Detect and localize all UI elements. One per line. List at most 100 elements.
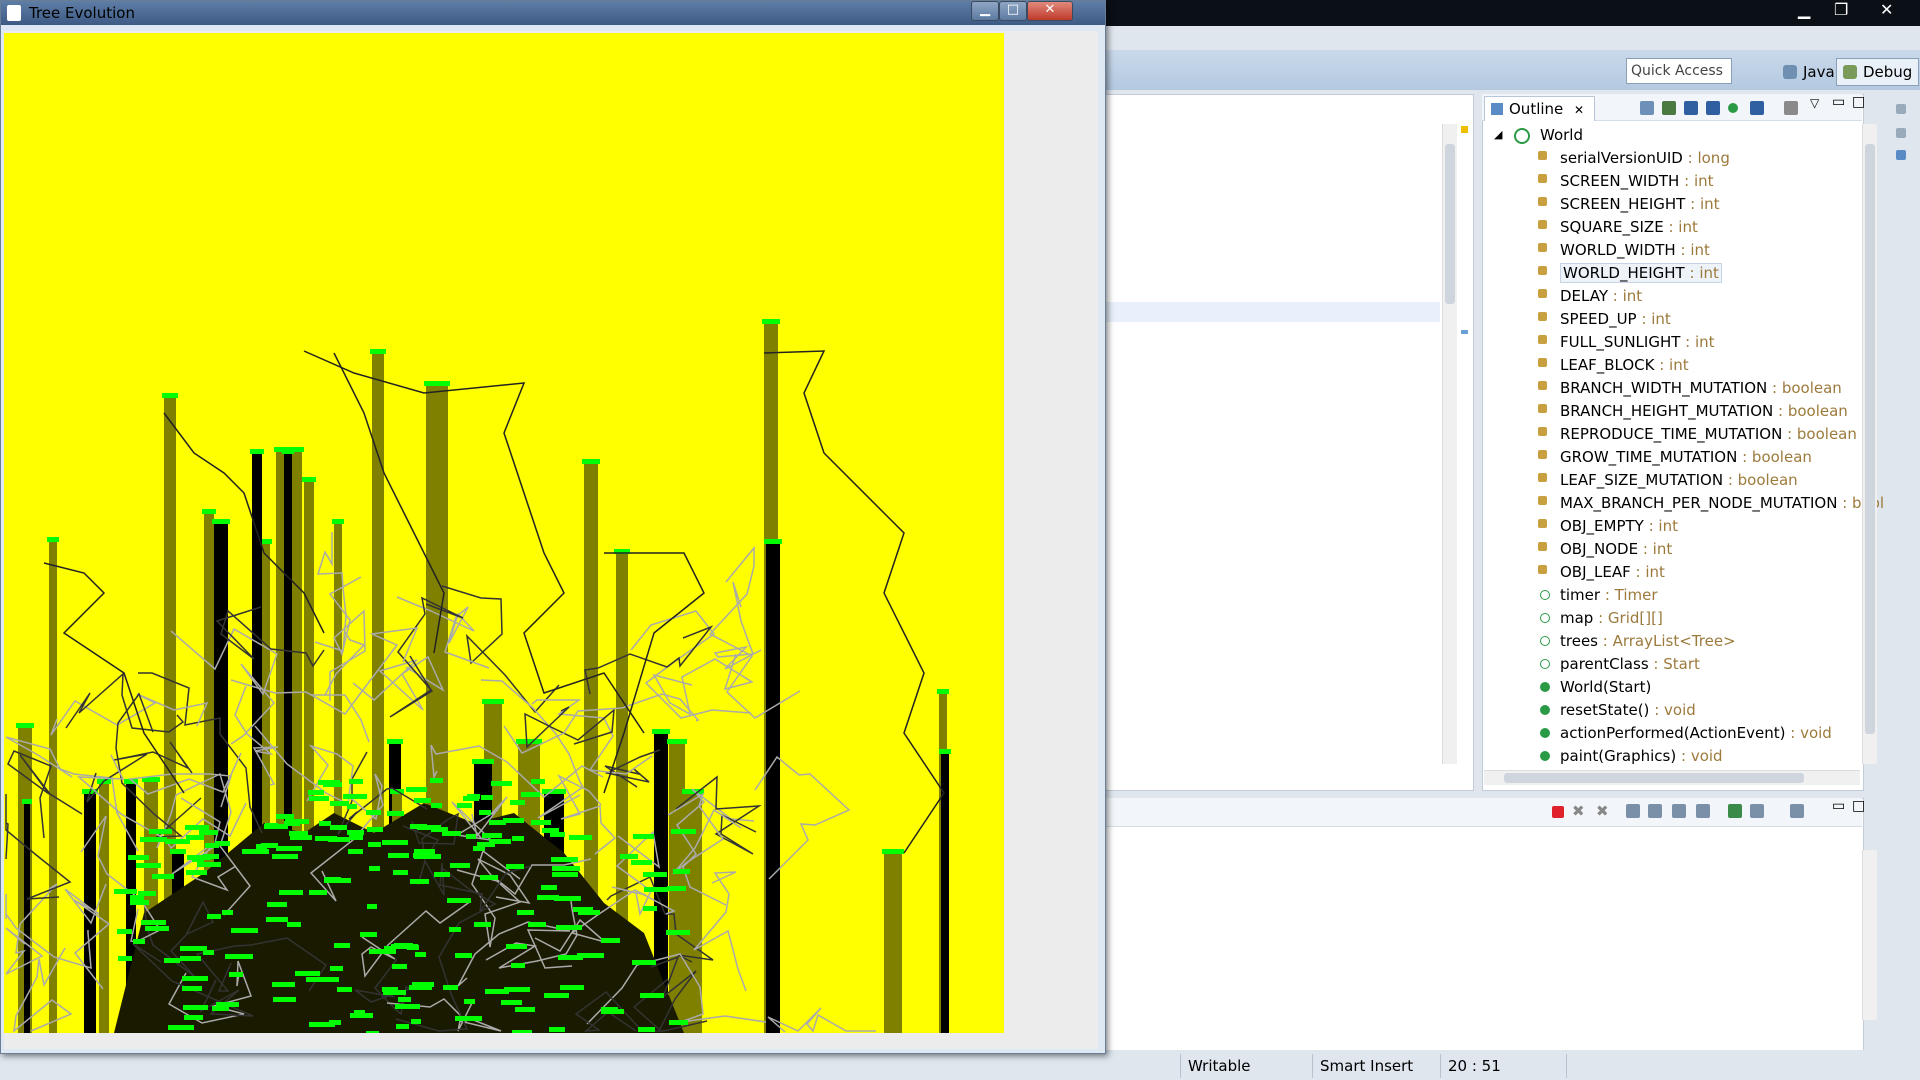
variables-icon[interactable] [1896,128,1906,138]
outline-item[interactable]: DELAY : int [1538,285,1642,307]
hide-fields-icon[interactable] [1684,101,1698,115]
outline-item[interactable]: SPEED_UP : int [1538,308,1671,330]
debug-perspective-label: Debug [1863,63,1913,81]
java-perspective-button[interactable]: Java [1776,58,1842,86]
overview-marker[interactable] [1461,330,1468,334]
eclipse-minimize-icon[interactable]: ▁ [1798,0,1810,19]
hide-nonpublic-icon[interactable] [1728,103,1738,113]
app-titlebar[interactable] [1,1,1105,25]
outline-item[interactable]: LEAF_BLOCK : int [1538,354,1689,376]
leaf [503,818,524,823]
remove-launch-icon[interactable]: ✖ [1572,802,1585,820]
outline-item[interactable]: OBJ_NODE : int [1538,538,1672,560]
outline-hscroll-thumb[interactable] [1504,773,1804,783]
debug-perspective-button[interactable]: Debug [1836,58,1920,86]
outline-member-name: OBJ_EMPTY [1560,517,1644,535]
outline-member-name: LEAF_SIZE_MUTATION [1560,471,1724,489]
outline-item[interactable]: World(Start) [1540,676,1651,698]
leaf [136,863,161,868]
outline-item[interactable]: REPRODUCE_TIME_MUTATION : boolean [1538,423,1857,445]
outline-vertical-scrollbar[interactable] [1862,124,1877,764]
view-menu-icon[interactable]: ▽ [1810,96,1819,110]
outline-member-name: BRANCH_WIDTH_MUTATION [1560,379,1768,397]
outline-item[interactable]: actionPerformed(ActionEvent) : void [1540,722,1832,744]
outline-item[interactable]: paint(Graphics) : void [1540,745,1723,767]
outline-item[interactable]: SCREEN_WIDTH : int [1538,170,1714,192]
outline-item[interactable]: WORLD_HEIGHT : int [1538,262,1722,284]
outline-member-name: LEAF_BLOCK [1560,356,1655,374]
quick-access-field[interactable]: Quick Access [1626,58,1732,84]
leaf [388,853,409,858]
outline-item[interactable]: SQUARE_SIZE : int [1538,216,1698,238]
outline-member-name: SCREEN_WIDTH [1560,172,1680,190]
outline-item[interactable]: OBJ_LEAF : int [1538,561,1665,583]
clear-console-icon[interactable] [1626,804,1640,818]
outline-item[interactable]: map : Grid[][] [1540,607,1663,629]
collapse-all-icon[interactable] [1640,101,1654,115]
leaf [474,922,491,927]
outline-item[interactable]: BRANCH_HEIGHT_MUTATION : boolean [1538,400,1848,422]
outline-item[interactable]: timer : Timer [1540,584,1658,606]
leaf [667,739,687,744]
outline-member-type: : Grid[][] [1598,609,1663,627]
field-icon [1538,427,1547,436]
close-icon[interactable]: ✕ [1574,103,1584,117]
remove-all-icon[interactable]: ✖ [1596,802,1609,820]
open-console-icon[interactable] [1790,804,1804,818]
outline-item[interactable]: GROW_TIME_MUTATION : boolean [1538,446,1812,468]
editor-vertical-scrollbar[interactable] [1442,124,1457,764]
show-stdout-icon[interactable] [1672,804,1686,818]
field-icon [1538,220,1547,229]
outline-item[interactable]: parentClass : Start [1540,653,1700,675]
outline-horizontal-scrollbar[interactable] [1484,770,1860,785]
simulation-canvas[interactable] [4,33,1004,1033]
minimize-view-icon[interactable]: ▭ [1832,94,1845,110]
outline-member-name: serialVersionUID [1560,149,1683,167]
leaf [164,958,180,963]
leaf [434,872,450,877]
outline-item[interactable]: WORLD_WIDTH : int [1538,239,1710,261]
minimize-view-icon[interactable]: ▭ [1832,798,1845,814]
leaf [222,910,233,915]
editor-pane[interactable] [1100,94,1474,791]
leaf [644,887,668,892]
minimize-button[interactable]: ▁ [971,1,999,21]
focus-icon[interactable] [1784,101,1798,115]
maximize-button[interactable]: □ [999,1,1027,21]
outline-item-world[interactable]: ◢ World [1494,124,1583,146]
eclipse-close-icon[interactable]: ✕ [1880,0,1893,19]
outline-item[interactable]: resetState() : void [1540,699,1696,721]
overview-marker[interactable] [1461,126,1468,133]
pin-console-icon[interactable] [1728,804,1742,818]
terminate-icon[interactable] [1552,806,1564,818]
hide-static-icon[interactable] [1706,101,1720,115]
maximize-view-icon[interactable]: □ [1852,798,1865,814]
outline-item[interactable]: FULL_SUNLIGHT : int [1538,331,1715,353]
outline-item[interactable]: OBJ_EMPTY : int [1538,515,1678,537]
leaf [457,803,472,808]
maximize-view-icon[interactable]: □ [1852,94,1865,110]
editor-scroll-thumb[interactable] [1445,144,1455,304]
outline-tab[interactable]: Outline ✕ [1484,96,1596,121]
outline-item[interactable]: BRANCH_WIDTH_MUTATION : boolean [1538,377,1842,399]
show-stderr-icon[interactable] [1696,804,1710,818]
status-separator [1440,1054,1441,1078]
display-console-icon[interactable] [1750,804,1764,818]
hide-local-types-icon[interactable] [1750,101,1764,115]
console-vertical-scrollbar[interactable] [1862,850,1877,1020]
outline-item[interactable]: trees : ArrayList<Tree> [1540,630,1736,652]
collapse-arrow-icon[interactable]: ◢ [1494,124,1502,146]
outline-item[interactable]: SCREEN_HEIGHT : int [1538,193,1720,215]
trim-stack-icon[interactable] [1896,104,1906,114]
eclipse-restore-icon[interactable]: ❐ [1834,0,1848,19]
breakpoints-icon[interactable] [1896,150,1906,160]
close-button[interactable]: ✕ [1027,1,1073,21]
sort-icon[interactable] [1662,101,1676,115]
outline-scroll-thumb[interactable] [1865,144,1875,734]
console-pane[interactable] [1100,798,1864,1064]
outline-item[interactable]: MAX_BRANCH_PER_NODE_MUTATION : bool [1538,492,1884,514]
scroll-lock-icon[interactable] [1648,804,1662,818]
outline-item[interactable]: serialVersionUID : long [1538,147,1730,169]
outline-member-name: GROW_TIME_MUTATION [1560,448,1738,466]
outline-item[interactable]: LEAF_SIZE_MUTATION : boolean [1538,469,1798,491]
